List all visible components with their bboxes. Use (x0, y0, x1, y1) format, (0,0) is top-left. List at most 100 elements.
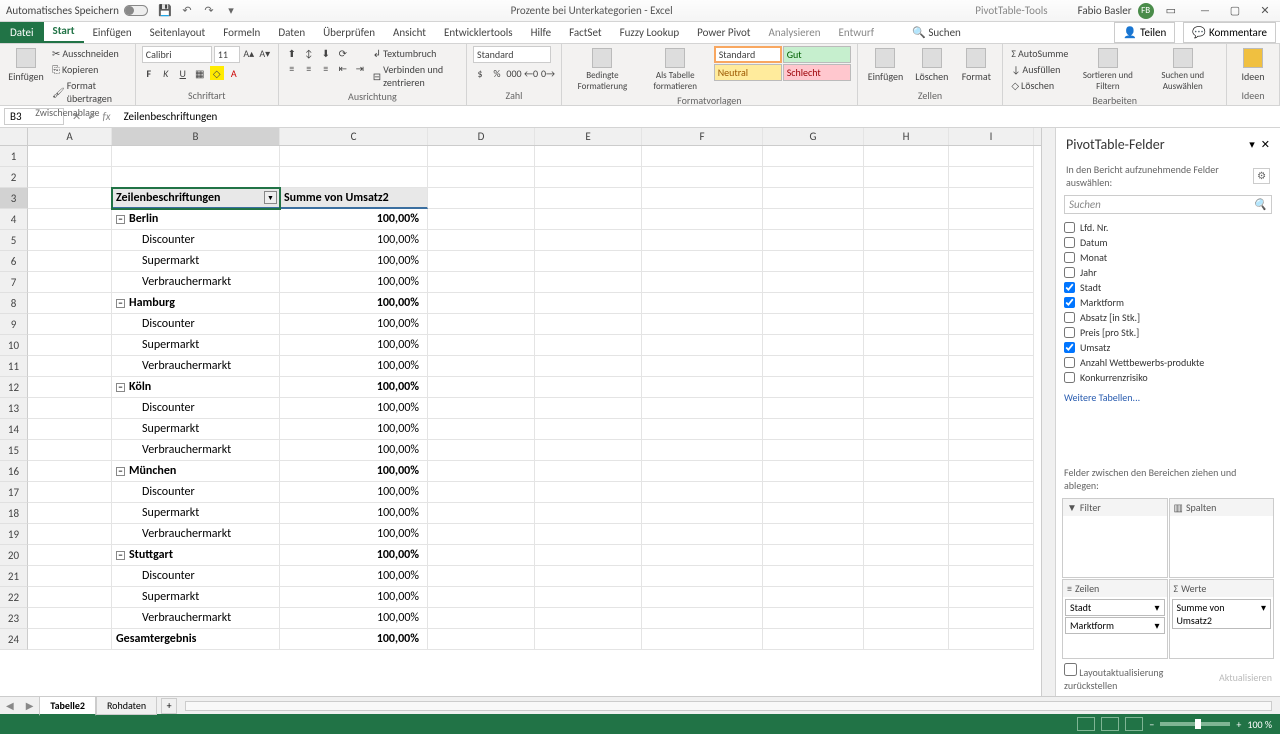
format-cells-button[interactable]: Format (956, 46, 996, 85)
cell[interactable] (763, 398, 864, 419)
cell[interactable] (28, 629, 112, 650)
field-item[interactable]: Marktform (1064, 295, 1272, 310)
font-size-combo[interactable]: 11 (214, 46, 240, 63)
cell[interactable] (763, 524, 864, 545)
pivot-value-cell[interactable]: 100,00% (280, 272, 428, 293)
pivot-value-cell[interactable]: 100,00% (280, 356, 428, 377)
pivot-row-label[interactable]: −Hamburg (112, 293, 280, 314)
fill-button[interactable]: ↓ Ausfüllen (1009, 62, 1070, 77)
cell[interactable] (864, 230, 949, 251)
cell[interactable] (28, 251, 112, 272)
cell[interactable] (763, 587, 864, 608)
page-break-view-icon[interactable] (1125, 717, 1143, 731)
cell[interactable] (864, 146, 949, 167)
zoom-in-icon[interactable]: + (1236, 718, 1241, 731)
pivot-row-label[interactable]: Discounter (112, 482, 280, 503)
pivot-value-cell[interactable]: 100,00% (280, 566, 428, 587)
pivot-row-label[interactable]: −München (112, 461, 280, 482)
row-header[interactable]: 5 (0, 230, 28, 251)
search-tab[interactable]: 🔍 Suchen (903, 22, 970, 43)
cell[interactable] (864, 419, 949, 440)
collapse-icon[interactable]: − (116, 383, 125, 392)
undo-icon[interactable]: ↶ (180, 4, 194, 18)
field-search-input[interactable]: Suchen 🔍 (1064, 195, 1272, 214)
cell[interactable] (949, 188, 1034, 209)
cell[interactable] (428, 482, 535, 503)
cell[interactable] (642, 167, 763, 188)
tab-entwurf[interactable]: Entwurf (830, 22, 884, 43)
page-layout-view-icon[interactable] (1101, 717, 1119, 731)
tab-seitenlayout[interactable]: Seitenlayout (141, 22, 215, 43)
find-select-button[interactable]: Suchen und Auswählen (1145, 46, 1220, 94)
cell[interactable] (428, 272, 535, 293)
style-standard[interactable]: Standard (714, 46, 782, 63)
cell[interactable] (949, 377, 1034, 398)
cell[interactable] (949, 293, 1034, 314)
pivot-row-label[interactable]: −Köln (112, 377, 280, 398)
cell[interactable] (864, 524, 949, 545)
cell[interactable] (642, 524, 763, 545)
cell[interactable] (642, 629, 763, 650)
col-header-f[interactable]: F (642, 128, 763, 145)
merge-center-button[interactable]: ⊟ Verbinden und zentrieren (371, 62, 460, 90)
col-header-d[interactable]: D (428, 128, 535, 145)
pivot-row-label[interactable]: Discounter (112, 230, 280, 251)
cell[interactable] (535, 230, 642, 251)
cell[interactable] (280, 146, 428, 167)
cell[interactable] (949, 419, 1034, 440)
cell[interactable] (428, 545, 535, 566)
cell[interactable] (864, 482, 949, 503)
cell[interactable] (535, 146, 642, 167)
pivot-value-cell[interactable]: 100,00% (280, 545, 428, 566)
percent-icon[interactable]: % (490, 66, 504, 80)
cell[interactable] (642, 503, 763, 524)
cell[interactable] (864, 461, 949, 482)
field-checkbox[interactable] (1064, 312, 1075, 323)
row-header[interactable]: 2 (0, 167, 28, 188)
horizontal-scrollbar[interactable] (185, 701, 1272, 711)
cell[interactable] (642, 335, 763, 356)
chevron-down-icon[interactable]: ▾ (1154, 601, 1159, 614)
cell[interactable] (949, 167, 1034, 188)
field-checkbox[interactable] (1064, 222, 1075, 233)
chevron-down-icon[interactable]: ▾ (1261, 601, 1266, 627)
col-header-e[interactable]: E (535, 128, 642, 145)
save-icon[interactable]: 💾 (158, 4, 172, 18)
qat-dropdown-icon[interactable]: ▾ (224, 4, 238, 18)
pivot-row-label[interactable]: Verbrauchermarkt (112, 608, 280, 629)
cell[interactable] (535, 524, 642, 545)
col-header-i[interactable]: I (949, 128, 1034, 145)
pivot-row-label[interactable]: Gesamtergebnis (112, 629, 280, 650)
cell[interactable] (642, 545, 763, 566)
cell[interactable] (642, 293, 763, 314)
normal-view-icon[interactable] (1077, 717, 1095, 731)
cell[interactable] (535, 167, 642, 188)
cell[interactable] (864, 398, 949, 419)
cell[interactable] (535, 335, 642, 356)
cell[interactable] (535, 608, 642, 629)
pivot-value-cell[interactable]: 100,00% (280, 440, 428, 461)
cell[interactable] (864, 209, 949, 230)
rows-area[interactable]: ≡Zeilen Stadt▾Marktform▾ (1062, 579, 1168, 659)
cell[interactable] (28, 587, 112, 608)
field-item[interactable]: Absatz [in Stk.] (1064, 310, 1272, 325)
cell[interactable] (949, 209, 1034, 230)
cell[interactable] (428, 566, 535, 587)
cell[interactable] (763, 167, 864, 188)
border-icon[interactable]: ▦ (193, 66, 207, 80)
maximize-button[interactable]: ▢ (1220, 0, 1250, 22)
paste-button[interactable]: Einfügen (6, 46, 46, 85)
clear-button[interactable]: ◇ Löschen (1009, 78, 1070, 93)
pivot-value-cell[interactable]: 100,00% (280, 461, 428, 482)
row-header[interactable]: 17 (0, 482, 28, 503)
row-header[interactable]: 19 (0, 524, 28, 545)
cell[interactable] (949, 608, 1034, 629)
field-checkbox[interactable] (1064, 282, 1075, 293)
cell[interactable] (763, 419, 864, 440)
cell[interactable] (864, 503, 949, 524)
cell[interactable] (949, 524, 1034, 545)
cell[interactable] (428, 524, 535, 545)
columns-area[interactable]: ▥Spalten (1169, 498, 1275, 578)
close-button[interactable]: ✕ (1250, 0, 1280, 22)
tab-analysieren[interactable]: Analysieren (759, 22, 829, 43)
